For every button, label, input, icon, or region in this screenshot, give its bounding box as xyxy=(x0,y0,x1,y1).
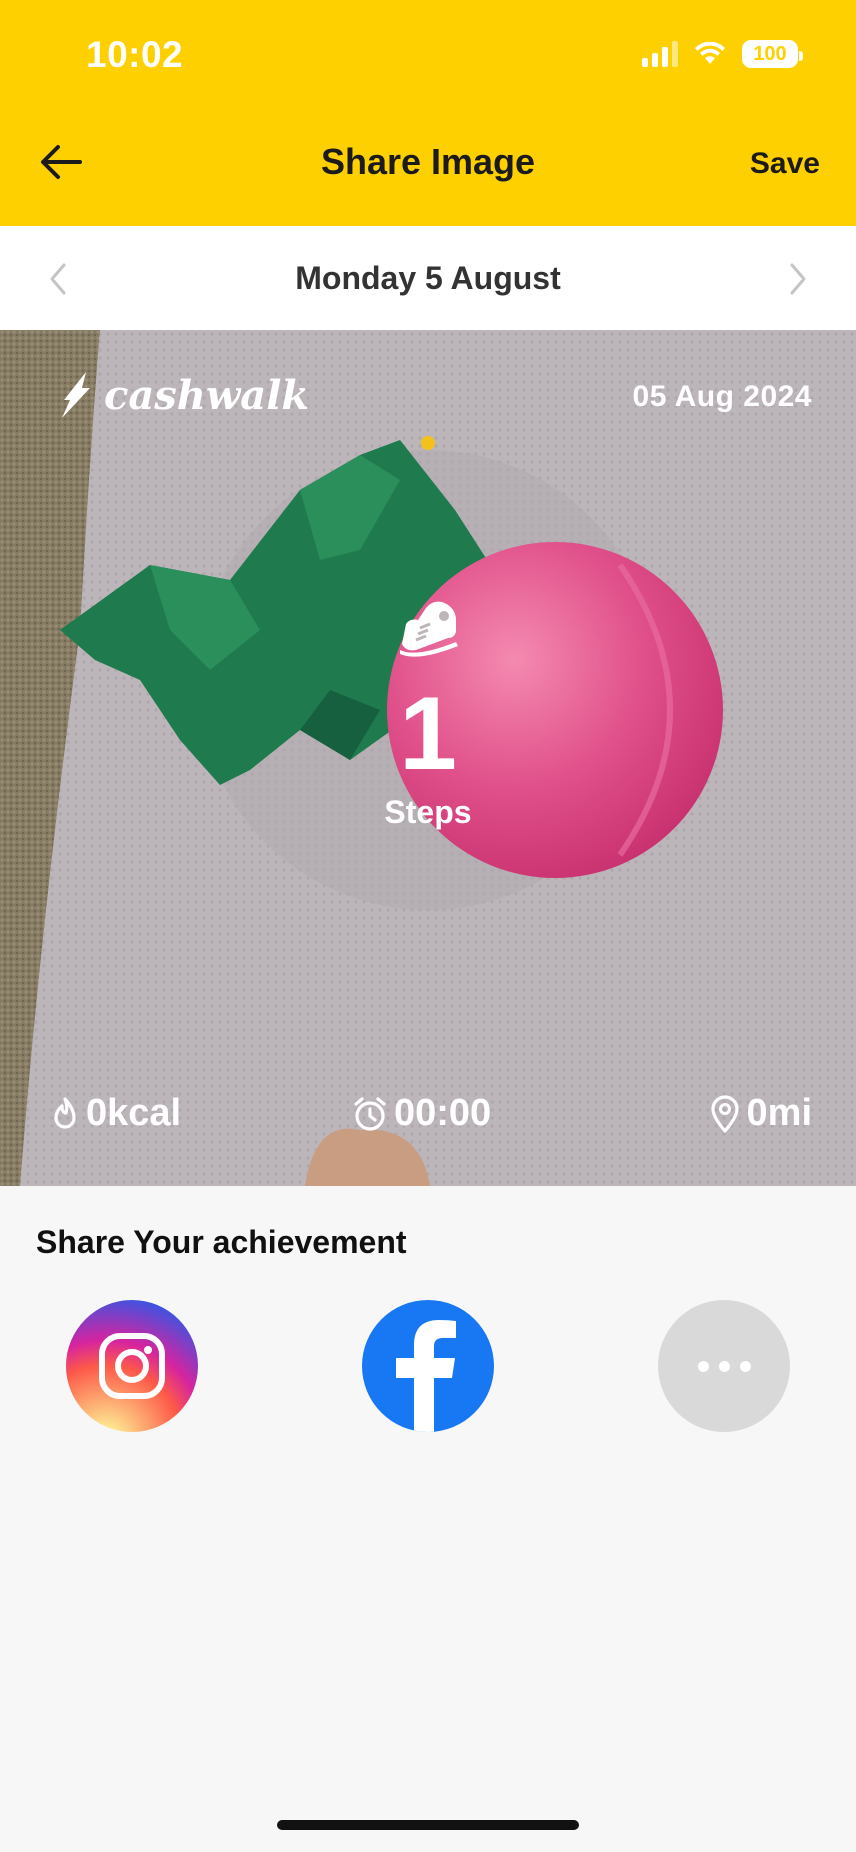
distance-metric: 0mi xyxy=(709,1092,812,1135)
status-icons: 100 xyxy=(642,40,803,68)
alarm-clock-icon xyxy=(354,1096,386,1131)
home-indicator[interactable] xyxy=(277,1820,579,1830)
facebook-share-button[interactable] xyxy=(362,1300,494,1432)
calories-metric: 0kcal xyxy=(50,1092,181,1135)
brand-logo: cashwalk xyxy=(56,370,309,420)
flame-icon xyxy=(54,1096,76,1129)
share-title: Share Your achievement xyxy=(36,1224,407,1260)
steps-count: 1 xyxy=(399,676,457,792)
save-button[interactable]: Save xyxy=(750,147,820,181)
steps-summary: 1 Steps xyxy=(0,594,856,831)
cashwalk-logo-icon xyxy=(62,372,90,418)
signal-icon xyxy=(642,41,678,67)
calories-value: 0kcal xyxy=(86,1092,182,1134)
date-label: Monday 5 August xyxy=(295,260,561,296)
distance-value: 0mi xyxy=(746,1092,812,1134)
more-share-options-button[interactable] xyxy=(658,1300,790,1432)
facebook-icon xyxy=(396,1320,456,1432)
shoe-icon xyxy=(400,601,458,657)
more-icon xyxy=(697,1360,751,1372)
status-time: 10:02 xyxy=(86,34,184,75)
share-section: Share Your achievement xyxy=(0,1186,856,1852)
instagram-share-button[interactable] xyxy=(66,1300,198,1432)
instagram-icon xyxy=(99,1333,165,1399)
page-title: Share Image xyxy=(320,141,536,182)
wifi-icon xyxy=(695,42,725,64)
battery-icon: 100 xyxy=(742,40,803,68)
duration-metric: 00:00 xyxy=(352,1092,491,1135)
duration-value: 00:00 xyxy=(394,1092,492,1134)
header-bar: 10:02 100 Share Image Save xyxy=(0,0,856,226)
location-pin-icon xyxy=(710,1094,739,1133)
share-photo-card: cashwalk 05 Aug 2024 1 Steps 0kcal 00:00… xyxy=(0,330,856,1186)
date-navigation: Monday 5 August xyxy=(0,226,856,330)
brand-name: cashwalk xyxy=(104,371,310,419)
chevron-right-icon[interactable] xyxy=(782,262,812,296)
photo-date: 05 Aug 2024 xyxy=(632,380,812,413)
steps-label: Steps xyxy=(384,794,472,830)
